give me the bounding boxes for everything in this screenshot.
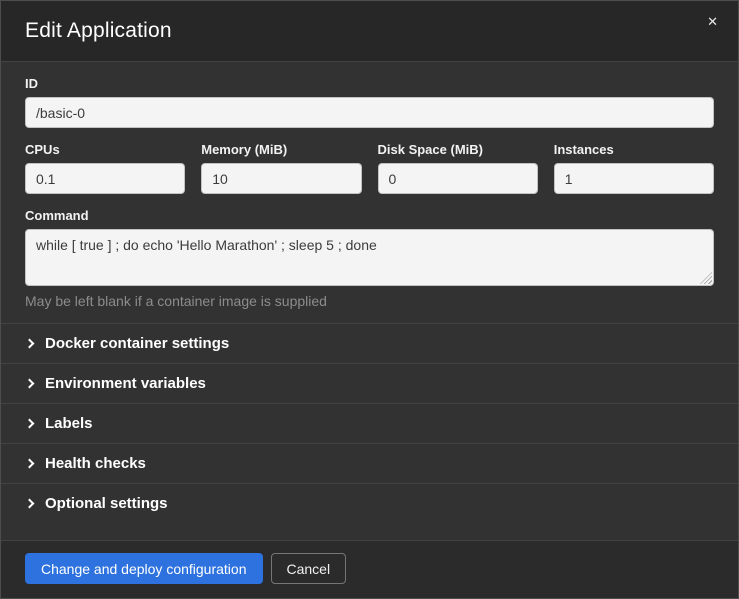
id-input[interactable] bbox=[25, 97, 714, 128]
instances-field-label: Instances bbox=[554, 142, 714, 157]
change-and-deploy-button[interactable]: Change and deploy configuration bbox=[25, 553, 263, 584]
section-label: Optional settings bbox=[45, 495, 168, 512]
memory-field-label: Memory (MiB) bbox=[201, 142, 361, 157]
edit-application-modal: Edit Application ✕ ID CPUs Memory (MiB) … bbox=[0, 0, 739, 599]
command-help-text: May be left blank if a container image i… bbox=[25, 293, 714, 309]
id-field-label: ID bbox=[25, 76, 714, 91]
resources-field-row: CPUs Memory (MiB) Disk Space (MiB) Insta… bbox=[25, 142, 714, 194]
disk-field-label: Disk Space (MiB) bbox=[378, 142, 538, 157]
section-label: Environment variables bbox=[45, 375, 206, 392]
page-title: Edit Application bbox=[25, 19, 172, 43]
section-label: Health checks bbox=[45, 455, 146, 472]
modal-footer: Change and deploy configuration Cancel bbox=[1, 540, 738, 598]
command-field-group: Command while [ true ] ; do echo 'Hello … bbox=[25, 208, 714, 309]
memory-input[interactable] bbox=[201, 163, 361, 194]
section-labels[interactable]: Labels bbox=[1, 403, 738, 443]
section-health-checks[interactable]: Health checks bbox=[1, 443, 738, 483]
chevron-right-icon bbox=[25, 379, 35, 389]
instances-input[interactable] bbox=[554, 163, 714, 194]
chevron-right-icon bbox=[25, 459, 35, 469]
command-textarea[interactable]: while [ true ] ; do echo 'Hello Marathon… bbox=[25, 229, 714, 286]
cpus-field-group: CPUs bbox=[25, 142, 185, 194]
cpus-field-label: CPUs bbox=[25, 142, 185, 157]
chevron-right-icon bbox=[25, 339, 35, 349]
modal-body: ID CPUs Memory (MiB) Disk Space (MiB) In… bbox=[1, 62, 738, 323]
instances-field-group: Instances bbox=[554, 142, 714, 194]
memory-field-group: Memory (MiB) bbox=[201, 142, 361, 194]
close-icon[interactable]: ✕ bbox=[703, 13, 722, 30]
command-textarea-wrap: while [ true ] ; do echo 'Hello Marathon… bbox=[25, 229, 714, 286]
command-field-label: Command bbox=[25, 208, 714, 223]
section-label: Docker container settings bbox=[45, 335, 229, 352]
cancel-button[interactable]: Cancel bbox=[271, 553, 347, 584]
chevron-right-icon bbox=[25, 499, 35, 509]
modal-header: Edit Application ✕ bbox=[1, 1, 738, 62]
disk-input[interactable] bbox=[378, 163, 538, 194]
disk-field-group: Disk Space (MiB) bbox=[378, 142, 538, 194]
section-environment-variables[interactable]: Environment variables bbox=[1, 363, 738, 403]
section-optional-settings[interactable]: Optional settings bbox=[1, 483, 738, 523]
chevron-right-icon bbox=[25, 419, 35, 429]
cpus-input[interactable] bbox=[25, 163, 185, 194]
collapsible-sections: Docker container settings Environment va… bbox=[1, 323, 738, 523]
section-docker-container-settings[interactable]: Docker container settings bbox=[1, 323, 738, 363]
id-field-group: ID bbox=[25, 76, 714, 128]
section-label: Labels bbox=[45, 415, 93, 432]
